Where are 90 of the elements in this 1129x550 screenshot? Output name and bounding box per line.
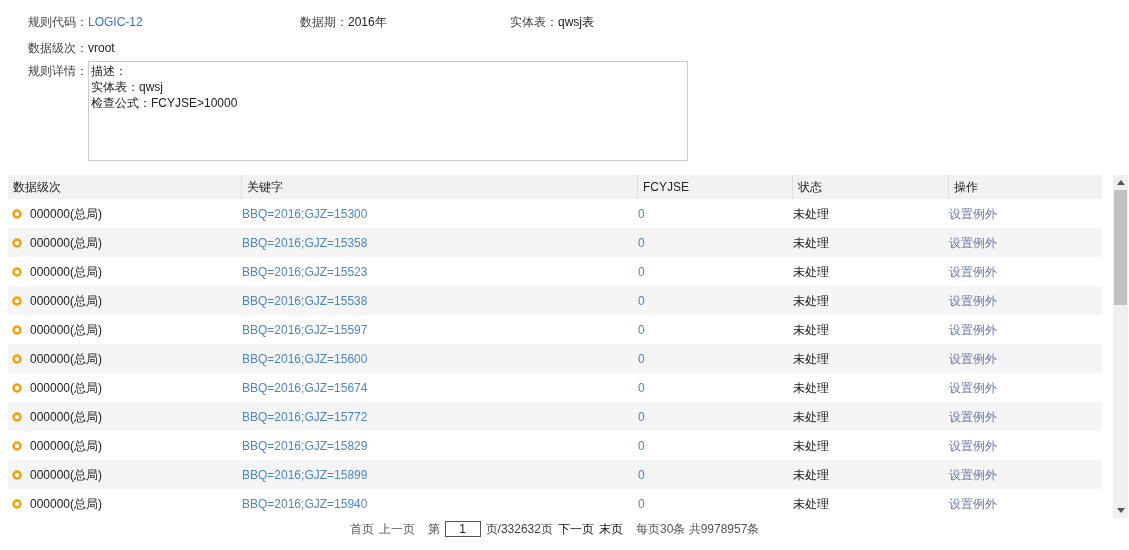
field-label: 数据级次： <box>28 40 88 57</box>
details-line: 检查公式：FCYJSE>10000 <box>91 95 239 111</box>
value-link[interactable]: 0 <box>638 438 645 453</box>
keyword-link[interactable]: BBQ=2016;GJZ=15300 <box>242 206 368 221</box>
keyword-link[interactable]: BBQ=2016;GJZ=15674 <box>242 380 368 395</box>
field-label: 实体表： <box>510 14 558 31</box>
table-cell-text: 000000(总局) <box>30 437 103 455</box>
status-ring-icon <box>12 498 22 509</box>
set-exception-link[interactable]: 设置例外 <box>949 467 997 482</box>
set-exception-link[interactable]: 设置例外 <box>949 496 997 511</box>
scroll-up-icon[interactable] <box>1116 180 1125 185</box>
table-cell-text: 000000(总局) <box>30 263 103 281</box>
keyword-link[interactable]: BBQ=2016;GJZ=15538 <box>242 293 368 308</box>
pager-text: 页/332632页 <box>485 521 553 538</box>
table-cell: 未处理 <box>793 409 829 424</box>
details-text-area[interactable]: 描述： 实体表：qwsj 检查公式：FCYJSE>10000 <box>88 61 688 161</box>
field-value: vroot <box>88 40 115 57</box>
value-link[interactable]: 0 <box>638 293 645 308</box>
table-cell: 未处理 <box>793 380 829 395</box>
status-ring-icon <box>12 295 22 306</box>
details-line: 实体表：qwsj <box>91 79 164 95</box>
pager-summary: 每页30条 共9978957条 <box>636 521 760 538</box>
pager-link[interactable]: 下一页 <box>558 520 594 538</box>
set-exception-link[interactable]: 设置例外 <box>949 380 997 395</box>
value-link[interactable]: 0 <box>638 235 645 250</box>
keyword-link[interactable]: BBQ=2016;GJZ=15597 <box>242 322 368 337</box>
value-link[interactable]: 0 <box>638 409 645 424</box>
table-cell: 未处理 <box>793 206 829 221</box>
column-header: 操作 <box>953 179 979 196</box>
scroll-thumb[interactable] <box>1114 190 1127 305</box>
rule-code-link[interactable]: LOGIC-12 <box>88 13 143 31</box>
table-cell-text: 000000(总局) <box>30 350 103 368</box>
field-label: 规则详情： <box>28 63 88 80</box>
set-exception-link[interactable]: 设置例外 <box>949 235 997 250</box>
keyword-link[interactable]: BBQ=2016;GJZ=15358 <box>242 235 368 250</box>
keyword-link[interactable]: BBQ=2016;GJZ=15600 <box>242 351 368 366</box>
set-exception-link[interactable]: 设置例外 <box>949 293 997 308</box>
field-value: 2016年 <box>348 14 387 31</box>
set-exception-link[interactable]: 设置例外 <box>949 351 997 366</box>
field-label: 数据期： <box>300 14 348 31</box>
table-cell: 未处理 <box>793 351 829 366</box>
status-ring-icon <box>12 411 22 422</box>
table-cell-text: 000000(总局) <box>30 466 103 484</box>
table-cell-text: 000000(总局) <box>30 205 103 223</box>
table-cell: 未处理 <box>793 438 829 453</box>
table-cell-text: 000000(总局) <box>30 292 103 310</box>
table-cell-text: 000000(总局) <box>30 321 103 339</box>
set-exception-link[interactable]: 设置例外 <box>949 409 997 424</box>
details-line: 描述： <box>91 63 128 79</box>
value-link[interactable]: 0 <box>638 380 645 395</box>
field-value: qwsj表 <box>558 14 594 31</box>
set-exception-link[interactable]: 设置例外 <box>949 206 997 221</box>
status-ring-icon <box>12 324 22 335</box>
scrollbar[interactable] <box>1113 175 1128 518</box>
table-cell-text: 000000(总局) <box>30 234 103 252</box>
keyword-link[interactable]: BBQ=2016;GJZ=15940 <box>242 496 368 511</box>
value-link[interactable]: 0 <box>638 264 645 279</box>
status-ring-icon <box>12 469 22 480</box>
status-ring-icon <box>12 353 22 364</box>
status-ring-icon <box>12 382 22 393</box>
table-cell: 未处理 <box>793 235 829 250</box>
table-cell: 未处理 <box>793 467 829 482</box>
value-link[interactable]: 0 <box>638 206 645 221</box>
page-input[interactable]: 1 <box>444 521 481 537</box>
keyword-link[interactable]: BBQ=2016;GJZ=15899 <box>242 467 368 482</box>
table-cell-text: 000000(总局) <box>30 379 103 397</box>
value-link[interactable]: 0 <box>638 467 645 482</box>
value-link[interactable]: 0 <box>638 351 645 366</box>
status-ring-icon <box>12 237 22 248</box>
scroll-down-icon[interactable] <box>1116 508 1125 513</box>
table-cell: 未处理 <box>793 293 829 308</box>
status-ring-icon <box>12 208 22 219</box>
status-ring-icon <box>12 266 22 277</box>
table-cell-text: 000000(总局) <box>30 495 103 513</box>
set-exception-link[interactable]: 设置例外 <box>949 322 997 337</box>
table-cell-text: 000000(总局) <box>30 408 103 426</box>
value-link[interactable]: 0 <box>638 322 645 337</box>
keyword-link[interactable]: BBQ=2016;GJZ=15829 <box>242 438 368 453</box>
value-link[interactable]: 0 <box>638 496 645 511</box>
keyword-link[interactable]: BBQ=2016;GJZ=15772 <box>242 409 368 424</box>
table-cell: 未处理 <box>793 496 829 511</box>
set-exception-link[interactable]: 设置例外 <box>949 264 997 279</box>
keyword-link[interactable]: BBQ=2016;GJZ=15523 <box>242 264 368 279</box>
set-exception-link[interactable]: 设置例外 <box>949 438 997 453</box>
pager-link[interactable]: 末页 <box>599 520 623 538</box>
pager-text: 第 <box>427 521 440 538</box>
field-label: 规则代码： <box>28 14 88 31</box>
table-cell: 未处理 <box>793 264 829 279</box>
status-ring-icon <box>12 440 22 451</box>
table-cell: 未处理 <box>793 322 829 337</box>
